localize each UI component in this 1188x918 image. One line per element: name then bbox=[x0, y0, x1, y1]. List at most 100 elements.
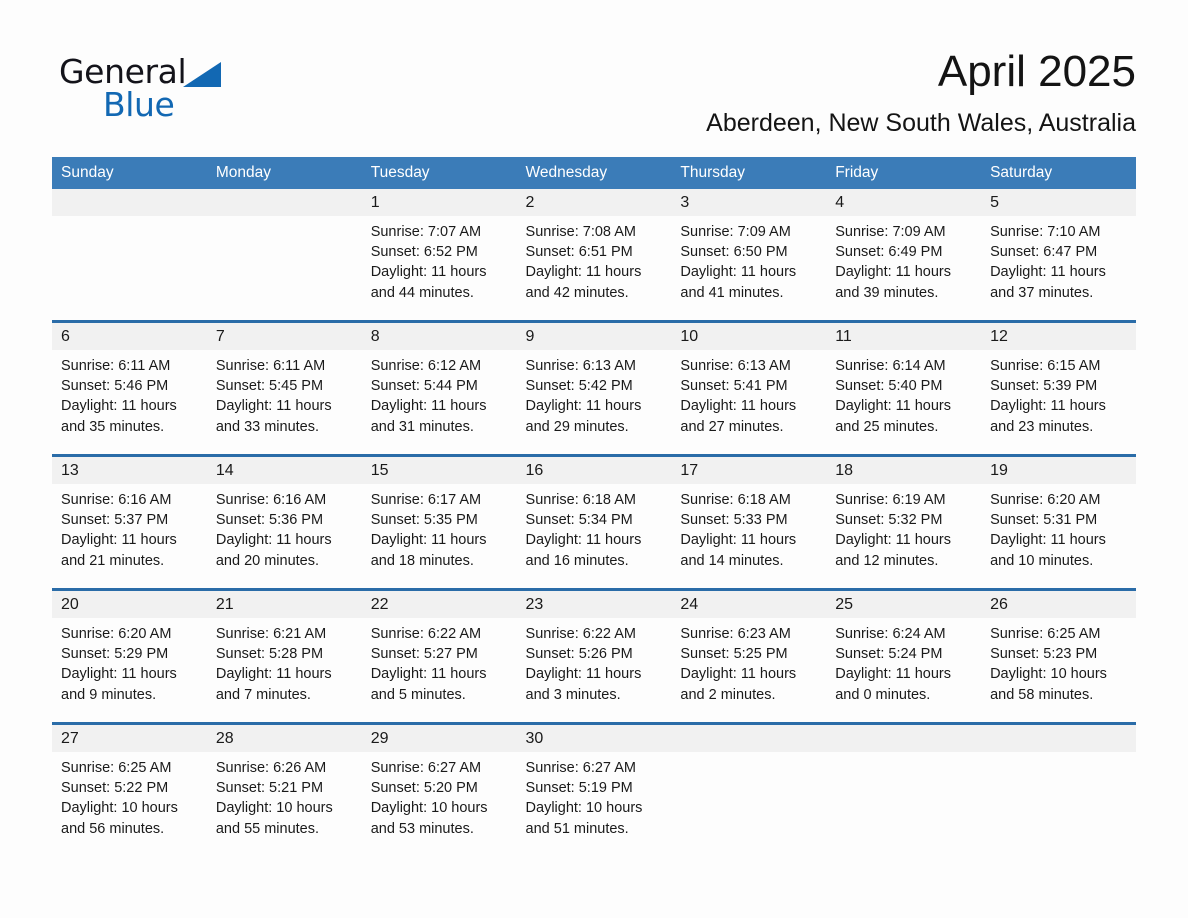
sunrise-text: Sunrise: 7:08 AM bbox=[525, 224, 636, 240]
sunset-text: Sunset: 5:21 PM bbox=[215, 780, 324, 797]
sunset-text: Sunset: 6:47 PM bbox=[990, 244, 1098, 261]
sunrise-text: Sunrise: 6:17 AM bbox=[370, 492, 482, 508]
page-subtitle: Aberdeen, New South Wales, Australia bbox=[706, 109, 1136, 137]
day-number: 20 bbox=[52, 591, 207, 618]
sunset-text: Sunset: 6:51 PM bbox=[525, 244, 633, 261]
calendar-day-cell[interactable]: 28 Sunrise: 6:26 AM Sunset: 5:21 PM Dayligh… bbox=[206, 722, 362, 845]
logo-top-row: General bbox=[59, 52, 259, 92]
calendar-day-cell[interactable]: 3 Sunrise: 7:09 AM Sunset: 6:50 PM Daylight… bbox=[671, 189, 827, 322]
sunset-text: Sunset: 5:31 PM bbox=[990, 512, 1098, 529]
calendar-day-cell[interactable]: 17 Sunrise: 6:18 AM Sunset: 5:33 PM Dayligh… bbox=[671, 454, 827, 590]
day-number: 10 bbox=[671, 323, 827, 350]
calendar-day-cell[interactable]: 16 Sunrise: 6:18 AM Sunset: 5:34 PM Dayligh… bbox=[516, 454, 672, 590]
day-number bbox=[826, 725, 982, 752]
calendar-day-cell[interactable]: 10 Sunrise: 6:13 AM Sunset: 5:41 PM Dayligh… bbox=[671, 320, 827, 456]
day-number: 19 bbox=[981, 457, 1136, 484]
calendar-day-cell[interactable]: 9 Sunrise: 6:13 AM Sunset: 5:42 PM Daylight… bbox=[516, 320, 672, 456]
calendar-day-cell[interactable]: 27 Sunrise: 6:25 AM Sunset: 5:22 PM Dayligh… bbox=[52, 722, 207, 845]
day-number: 23 bbox=[516, 591, 672, 618]
calendar-week-row: 20 Sunrise: 6:20 AM Sunset: 5:29 PM Dayligh… bbox=[52, 588, 1136, 724]
calendar-day-cell[interactable]: 14 Sunrise: 6:16 AM Sunset: 5:36 PM Dayligh… bbox=[206, 454, 362, 590]
sunset-text: Sunset: 5:40 PM bbox=[835, 378, 943, 395]
day-number: 24 bbox=[671, 591, 827, 618]
day-number bbox=[206, 189, 362, 216]
sunset-text: Sunset: 5:36 PM bbox=[215, 512, 324, 529]
calendar-day-cell[interactable]: 6 Sunrise: 6:11 AM Sunset: 5:46 PM Daylight… bbox=[52, 320, 207, 456]
sunset-text: Sunset: 6:50 PM bbox=[680, 244, 788, 261]
calendar-day-cell[interactable] bbox=[671, 722, 827, 845]
calendar-day-cell[interactable] bbox=[826, 722, 982, 845]
sunrise-text: Sunrise: 7:09 AM bbox=[835, 224, 946, 240]
weekday-header-monday: Monday bbox=[206, 157, 362, 189]
calendar-day-cell[interactable] bbox=[52, 189, 207, 322]
sunrise-text: Sunrise: 6:21 AM bbox=[215, 626, 327, 642]
daylight-text: Daylight: 11 hours and 12 minutes. bbox=[835, 532, 952, 569]
daylight-text: Daylight: 10 hours and 51 minutes. bbox=[525, 800, 643, 837]
sunset-text: Sunset: 5:42 PM bbox=[525, 378, 633, 395]
daylight-text: Daylight: 10 hours and 58 minutes. bbox=[990, 666, 1107, 703]
calendar-day-cell[interactable]: 20 Sunrise: 6:20 AM Sunset: 5:29 PM Dayligh… bbox=[52, 588, 207, 724]
sunrise-text: Sunrise: 6:22 AM bbox=[370, 626, 482, 642]
calendar-day-cell[interactable]: 24 Sunrise: 6:23 AM Sunset: 5:25 PM Dayligh… bbox=[671, 588, 827, 724]
daylight-text: Daylight: 11 hours and 3 minutes. bbox=[525, 666, 642, 703]
calendar-day-cell[interactable]: 25 Sunrise: 6:24 AM Sunset: 5:24 PM Dayligh… bbox=[826, 588, 982, 724]
calendar-day-cell[interactable]: 5 Sunrise: 7:10 AM Sunset: 6:47 PM Daylight… bbox=[981, 189, 1136, 322]
day-number: 17 bbox=[671, 457, 827, 484]
calendar-day-cell[interactable]: 7 Sunrise: 6:11 AM Sunset: 5:45 PM Daylight… bbox=[206, 320, 362, 456]
calendar-week-row: 27 Sunrise: 6:25 AM Sunset: 5:22 PM Dayligh… bbox=[52, 722, 1136, 845]
calendar-day-cell[interactable]: 30 Sunrise: 6:27 AM Sunset: 5:19 PM Dayligh… bbox=[516, 722, 672, 845]
sunset-text: Sunset: 6:49 PM bbox=[835, 244, 943, 261]
calendar-day-cell[interactable]: 21 Sunrise: 6:21 AM Sunset: 5:28 PM Dayligh… bbox=[206, 588, 362, 724]
day-number: 1 bbox=[361, 189, 517, 216]
daylight-text: Daylight: 11 hours and 0 minutes. bbox=[835, 666, 952, 703]
sunset-text: Sunset: 6:52 PM bbox=[370, 244, 478, 261]
calendar-header-row: Sunday Monday Tuesday Wednesday Thursday… bbox=[52, 157, 1136, 189]
sunset-text: Sunset: 5:35 PM bbox=[370, 512, 478, 529]
sunset-text: Sunset: 5:39 PM bbox=[990, 378, 1098, 395]
calendar-day-cell[interactable]: 1 Sunrise: 7:07 AM Sunset: 6:52 PM Daylight… bbox=[361, 189, 517, 322]
sunrise-text: Sunrise: 6:18 AM bbox=[525, 492, 636, 508]
sunrise-text: Sunrise: 6:12 AM bbox=[370, 358, 482, 374]
weekday-header-friday: Friday bbox=[826, 157, 982, 189]
calendar-day-cell[interactable]: 11 Sunrise: 6:14 AM Sunset: 5:40 PM Dayligh… bbox=[826, 320, 982, 456]
calendar-day-cell[interactable]: 26 Sunrise: 6:25 AM Sunset: 5:23 PM Dayligh… bbox=[981, 588, 1136, 724]
calendar-day-cell[interactable]: 22 Sunrise: 6:22 AM Sunset: 5:27 PM Dayligh… bbox=[361, 588, 517, 724]
calendar-day-cell[interactable]: 4 Sunrise: 7:09 AM Sunset: 6:49 PM Daylight… bbox=[826, 189, 982, 322]
daylight-text: Daylight: 11 hours and 25 minutes. bbox=[835, 398, 952, 435]
calendar-day-cell[interactable] bbox=[981, 722, 1136, 845]
calendar-day-cell[interactable]: 2 Sunrise: 7:08 AM Sunset: 6:51 PM Daylight… bbox=[516, 189, 672, 322]
sunrise-text: Sunrise: 6:25 AM bbox=[990, 626, 1101, 642]
sunrise-text: Sunrise: 6:18 AM bbox=[680, 492, 791, 508]
calendar-day-cell[interactable]: 8 Sunrise: 6:12 AM Sunset: 5:44 PM Daylight… bbox=[361, 320, 517, 456]
calendar-day-cell[interactable]: 15 Sunrise: 6:17 AM Sunset: 5:35 PM Dayligh… bbox=[361, 454, 517, 590]
sunrise-text: Sunrise: 6:22 AM bbox=[525, 626, 636, 642]
daylight-text: Daylight: 10 hours and 55 minutes. bbox=[215, 800, 333, 837]
day-number: 27 bbox=[52, 725, 207, 752]
calendar-day-cell[interactable]: 23 Sunrise: 6:22 AM Sunset: 5:26 PM Dayligh… bbox=[516, 588, 672, 724]
sunset-text: Sunset: 5:34 PM bbox=[525, 512, 633, 529]
sunrise-text: Sunrise: 6:19 AM bbox=[835, 492, 946, 508]
calendar-day-cell[interactable]: 13 Sunrise: 6:16 AM Sunset: 5:37 PM Dayligh… bbox=[52, 454, 207, 590]
daylight-text: Daylight: 11 hours and 27 minutes. bbox=[680, 398, 797, 435]
day-number: 21 bbox=[206, 591, 362, 618]
daylight-text: Daylight: 11 hours and 10 minutes. bbox=[990, 532, 1106, 569]
day-number: 4 bbox=[826, 189, 982, 216]
calendar-day-cell[interactable]: 29 Sunrise: 6:27 AM Sunset: 5:20 PM Dayligh… bbox=[361, 722, 517, 845]
calendar-day-cell[interactable]: 12 Sunrise: 6:15 AM Sunset: 5:39 PM Dayligh… bbox=[981, 320, 1136, 456]
sunrise-text: Sunrise: 6:14 AM bbox=[835, 358, 946, 374]
daylight-text: Daylight: 11 hours and 35 minutes. bbox=[61, 398, 177, 435]
sunrise-text: Sunrise: 6:20 AM bbox=[61, 626, 172, 642]
weekday-header-thursday: Thursday bbox=[671, 157, 827, 189]
daylight-text: Daylight: 11 hours and 9 minutes. bbox=[61, 666, 177, 703]
calendar-day-cell[interactable]: 19 Sunrise: 6:20 AM Sunset: 5:31 PM Dayligh… bbox=[981, 454, 1136, 590]
calendar-week-row: 6 Sunrise: 6:11 AM Sunset: 5:46 PM Daylight… bbox=[52, 320, 1136, 456]
weekday-header-sunday: Sunday bbox=[52, 157, 207, 189]
sunset-text: Sunset: 5:37 PM bbox=[61, 512, 169, 529]
calendar-day-cell[interactable] bbox=[206, 189, 362, 322]
sunrise-text: Sunrise: 6:16 AM bbox=[61, 492, 172, 508]
day-number: 2 bbox=[516, 189, 672, 216]
calendar-day-cell[interactable]: 18 Sunrise: 6:19 AM Sunset: 5:32 PM Dayligh… bbox=[826, 454, 982, 590]
sunset-text: Sunset: 5:29 PM bbox=[61, 646, 169, 663]
sunset-text: Sunset: 5:26 PM bbox=[525, 646, 633, 663]
day-number: 18 bbox=[826, 457, 982, 484]
